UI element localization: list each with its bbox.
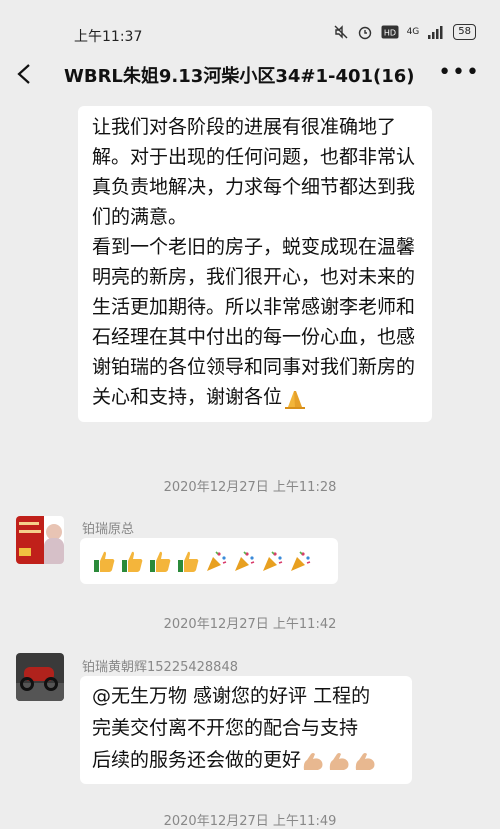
status-time: 上午11:37: [74, 29, 143, 45]
flexed-biceps-icon: [355, 752, 375, 770]
party-popper-icon: [263, 551, 283, 571]
chat-title: WBRL朱姐9.13河柴小区34#1-401(16): [64, 66, 415, 87]
timestamp: 2020年12月27日 上午11:28: [163, 480, 337, 495]
thumbs-up-icon: [94, 551, 115, 572]
status-icons: HD 4G 58: [333, 24, 476, 40]
alarm-icon: [358, 26, 371, 40]
status-bar: 上午11:37 HD 4G 58: [0, 0, 500, 45]
message-bubble[interactable]: 让我们对各阶段的进展有很准确地了解。对于出现的任何问题，也都非常认真负责地解决，…: [78, 106, 432, 422]
avatar[interactable]: [16, 653, 64, 701]
message-text: 让我们对各阶段的进展有很准确地了解。对于出现的任何问题，也都非常认真负责地解决，…: [92, 116, 416, 228]
timestamp: 2020年12月27日 上午11:49: [163, 814, 337, 829]
avatar[interactable]: [16, 516, 64, 564]
mute-icon: [334, 25, 348, 39]
message-bubble[interactable]: @无生万物 感谢您的好评 工程的 完美交付离不开您的配合与支持 后续的服务还会做…: [80, 676, 412, 784]
sender-name: 铂瑞原总: [82, 522, 135, 537]
thumbs-up-icon: [122, 551, 143, 572]
thumbs-up-icon: [178, 551, 199, 572]
sender-name: 铂瑞黄朝辉15225428848: [82, 660, 238, 675]
more-options-icon[interactable]: •••: [438, 60, 480, 85]
thumbs-up-icon: [150, 551, 171, 572]
party-popper-icon: [291, 551, 311, 571]
timestamp: 2020年12月27日 上午11:42: [163, 617, 337, 632]
pray-hands-icon: [285, 390, 306, 409]
hd-icon: HD: [381, 25, 399, 39]
message-text: 后续的服务还会做的更好: [92, 744, 402, 776]
chat-header: WBRL朱姐9.13河柴小区34#1-401(16) •••: [0, 44, 500, 104]
back-arrow-icon[interactable]: [16, 62, 32, 86]
battery-icon: 58: [453, 24, 476, 40]
message-text: @无生万物 感谢您的好评 工程的: [92, 685, 371, 707]
svg-text:HD: HD: [383, 29, 395, 38]
flexed-biceps-group: [301, 750, 377, 772]
flexed-biceps-icon: [303, 752, 323, 770]
party-popper-icon: [235, 551, 255, 571]
flexed-biceps-icon: [329, 752, 349, 770]
message-text: 完美交付离不开您的配合与支持: [92, 717, 359, 739]
network-type: 4G: [406, 27, 420, 37]
signal-icon: [428, 26, 443, 39]
party-popper-icon: [207, 551, 227, 571]
message-bubble[interactable]: [80, 538, 338, 584]
message-text: 看到一个老旧的房子，蜕变成现在温馨明亮的新房，我们很开心，也对未来的生活更加期待…: [92, 236, 416, 409]
